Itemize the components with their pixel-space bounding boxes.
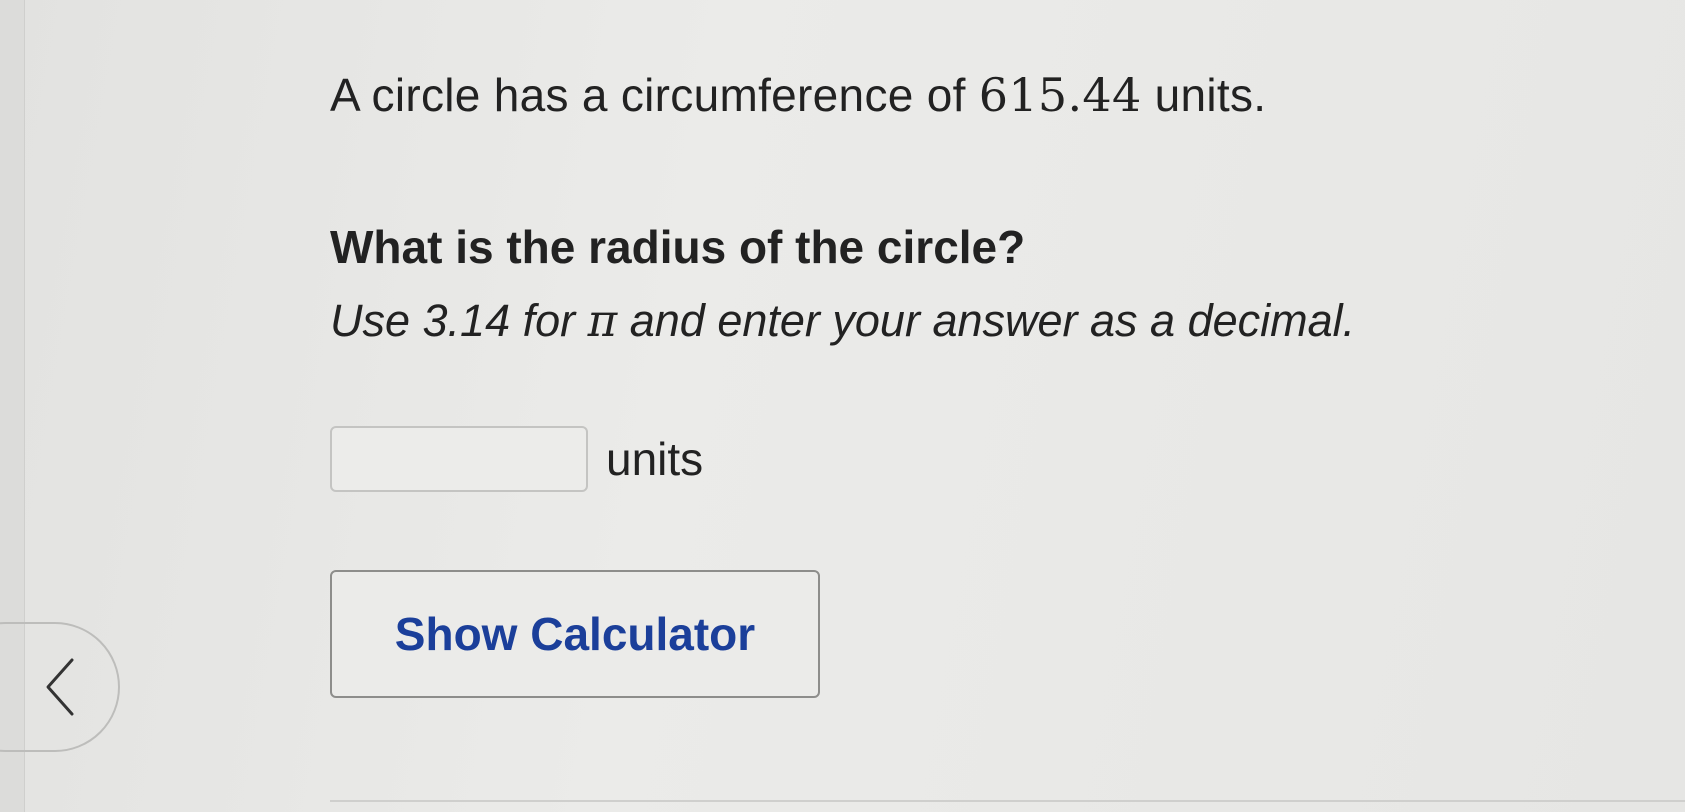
circumference-value: 615.44 xyxy=(978,68,1142,122)
instruction-prefix: Use 3.14 for xyxy=(330,295,576,346)
answer-row: units xyxy=(330,426,703,492)
show-calculator-button[interactable]: Show Calculator xyxy=(330,570,820,698)
question-panel: A circle has a circumference of 615.44 u… xyxy=(330,68,1630,698)
question-text: What is the radius of the circle? xyxy=(330,221,1026,273)
problem-statement: A circle has a circumference of 615.44 u… xyxy=(330,68,1630,122)
divider xyxy=(330,800,1685,802)
instruction-suffix: and enter your answer as a decimal. xyxy=(629,295,1356,346)
instruction-text: Use 3.14 for π and enter your answer as … xyxy=(330,294,1355,347)
statement-suffix: units. xyxy=(1154,69,1267,121)
unit-label: units xyxy=(606,433,704,485)
previous-button[interactable] xyxy=(0,622,120,752)
chevron-left-icon xyxy=(46,658,74,716)
pi-symbol: π xyxy=(587,294,618,347)
screen: A circle has a circumference of 615.44 u… xyxy=(0,0,1685,812)
answer-input[interactable] xyxy=(330,426,588,492)
statement-prefix: A circle has a circumference of xyxy=(330,69,966,121)
